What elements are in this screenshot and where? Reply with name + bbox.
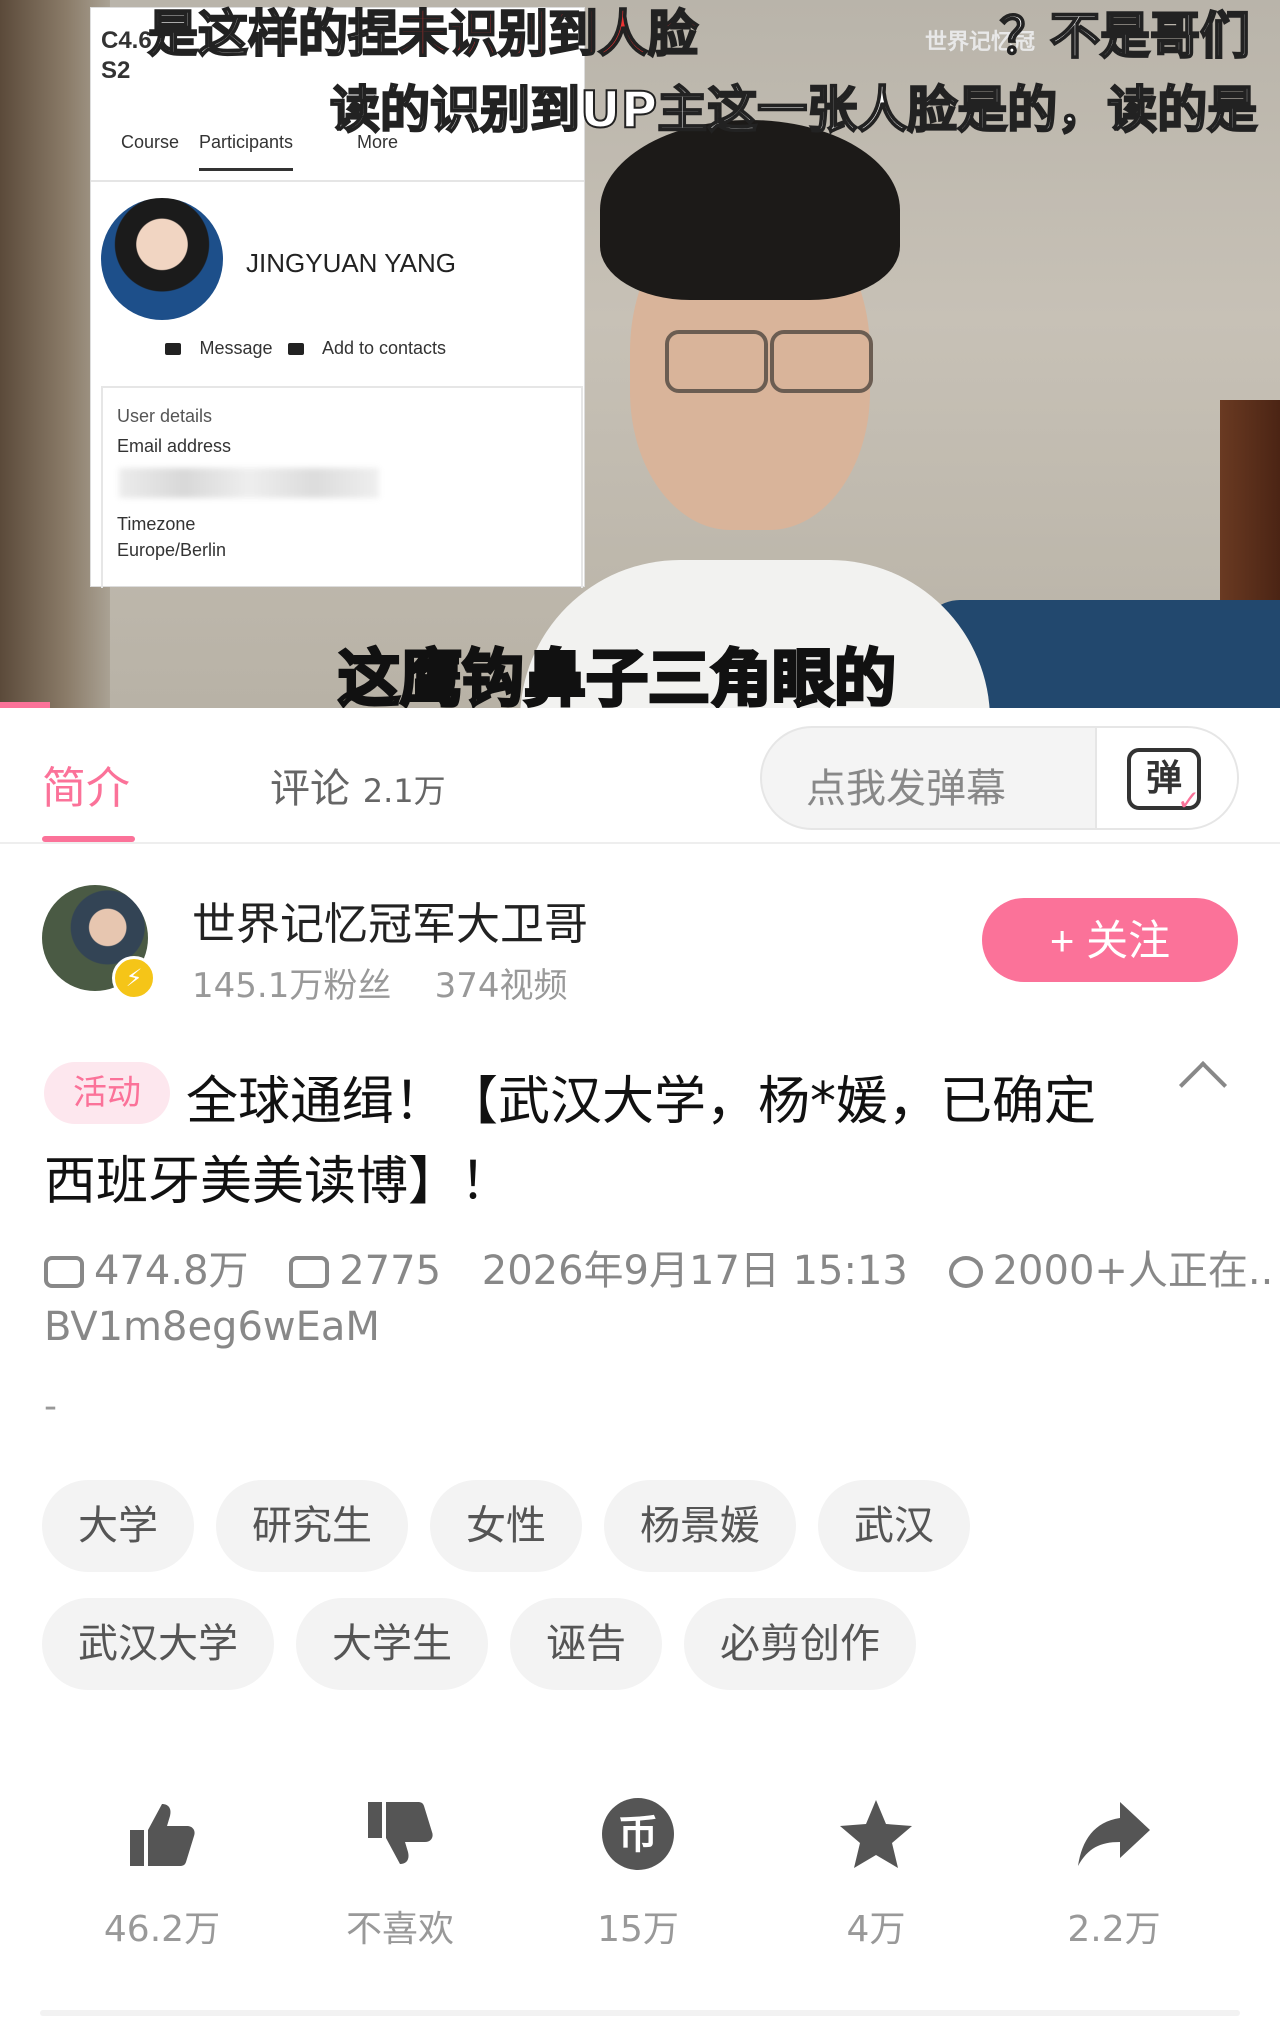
check-icon: ✓ — [1177, 784, 1201, 817]
thumbs-up-icon — [130, 1804, 195, 1866]
svg-text:币: 币 — [618, 1812, 658, 1858]
contact-card-icon — [287, 343, 304, 356]
video-title: 全球通缉！【武汉大学，杨*媛，已确定西班牙美美读博】！ — [44, 1072, 1097, 1212]
tag-chip[interactable]: 研究生 — [216, 1480, 408, 1572]
tag-chip[interactable]: 诬告 — [510, 1598, 662, 1690]
coin-icon: 币 — [602, 1798, 674, 1870]
tag-list: 大学 研究生 女性 杨景媛 武汉 武汉大学 大学生 诬告 必剪创作 — [42, 1480, 1252, 1716]
uploader-meta: 145.1万粉丝 374视频 — [192, 966, 568, 1006]
tag-chip[interactable]: 武汉 — [818, 1480, 970, 1572]
collapse-chevron-icon[interactable] — [1178, 1060, 1228, 1110]
email-label: Email address — [117, 436, 232, 456]
danmu-input[interactable]: 点我发弹幕 弹 ✓ — [760, 726, 1239, 830]
danmaku-stat: 2775 — [289, 1248, 441, 1294]
tag-chip[interactable]: 杨景媛 — [604, 1480, 796, 1572]
timezone-value: Europe/Berlin — [117, 540, 227, 560]
dislike-button[interactable]: 不喜欢 — [300, 1796, 500, 1952]
bottom-divider — [40, 2010, 1240, 2016]
views-stat: 474.8万 — [44, 1248, 249, 1294]
danmu-settings-button[interactable]: 弹 ✓ — [1095, 728, 1237, 828]
caption-second-line: 读的识别到UP主这一张人脸是的，读的是 — [329, 80, 1258, 140]
watching-stat: 2000+人正在.. — [948, 1248, 1273, 1294]
coin-button[interactable]: 币 15万 — [538, 1796, 738, 1952]
profile-avatar — [101, 198, 223, 320]
details-heading: User details — [117, 406, 213, 426]
caption-top-right: ？不是哥们 — [999, 6, 1251, 66]
play-icon — [44, 1256, 84, 1288]
course-title: C4.6 S2 — [101, 27, 152, 84]
star-icon — [840, 1800, 912, 1868]
tag-chip[interactable]: 武汉大学 — [42, 1598, 274, 1690]
tag-chip[interactable]: 大学 — [42, 1480, 194, 1572]
share-arrow-icon — [1078, 1802, 1150, 1866]
tab-intro-underline — [42, 836, 135, 842]
tab-intro[interactable]: 简介 — [42, 752, 130, 816]
viewers-icon — [948, 1256, 983, 1288]
timezone-label: Timezone — [117, 514, 196, 534]
like-button[interactable]: 46.2万 — [62, 1796, 262, 1952]
action-bar: 46.2万 不喜欢 币 15万 4万 2.2万 — [0, 1796, 1280, 1966]
tag-chip[interactable]: 女性 — [430, 1480, 582, 1572]
favorite-button[interactable]: 4万 — [776, 1796, 976, 1952]
share-button[interactable]: 2.2万 — [1014, 1796, 1214, 1952]
video-stats: 474.8万 2775 2026年9月17日 15:13 2000+人正在.. — [44, 1238, 1280, 1296]
activity-tag[interactable]: 活动 — [44, 1062, 170, 1124]
publish-datetime: 2026年9月17日 15:13 — [481, 1248, 908, 1294]
video-person — [520, 120, 990, 708]
user-details-panel: User details Email address Timezone Euro… — [101, 386, 583, 588]
tab-course: Course — [121, 132, 180, 152]
danmu-placeholder: 点我发弹幕 — [806, 766, 1006, 812]
caption-bottom: 这鹰钩鼻子三角眼的 — [336, 641, 897, 709]
tab-comments[interactable]: 评论 2.1万 — [270, 756, 446, 814]
profile-name: JINGYUAN YANG — [246, 248, 456, 278]
verified-badge-icon: ⚡ — [112, 956, 156, 1000]
bvid: BV1m8eg6wEaM — [44, 1304, 380, 1350]
uploader-name[interactable]: 世界记忆冠军大卫哥 — [192, 888, 588, 952]
tab-participants: Participants — [199, 132, 294, 171]
caption-top-left: 是这样的捏未识别到人脸 — [147, 4, 699, 64]
email-blurred — [119, 468, 379, 498]
tag-chip[interactable]: 必剪创作 — [684, 1598, 916, 1690]
message-icon — [165, 343, 182, 356]
add-contacts-action: Add to contacts — [267, 338, 467, 359]
content-tab-bar: 简介 评论 2.1万 点我发弹幕 弹 ✓ — [0, 708, 1280, 844]
danmaku-count-icon — [289, 1256, 330, 1288]
follow-button[interactable]: + 关注 — [982, 898, 1238, 982]
video-player[interactable]: C4.6 S2 Course Participants More JINGYUA… — [0, 0, 1280, 708]
description: - — [44, 1386, 57, 1427]
thumbs-down-icon — [368, 1802, 433, 1864]
tag-chip[interactable]: 大学生 — [296, 1598, 488, 1690]
